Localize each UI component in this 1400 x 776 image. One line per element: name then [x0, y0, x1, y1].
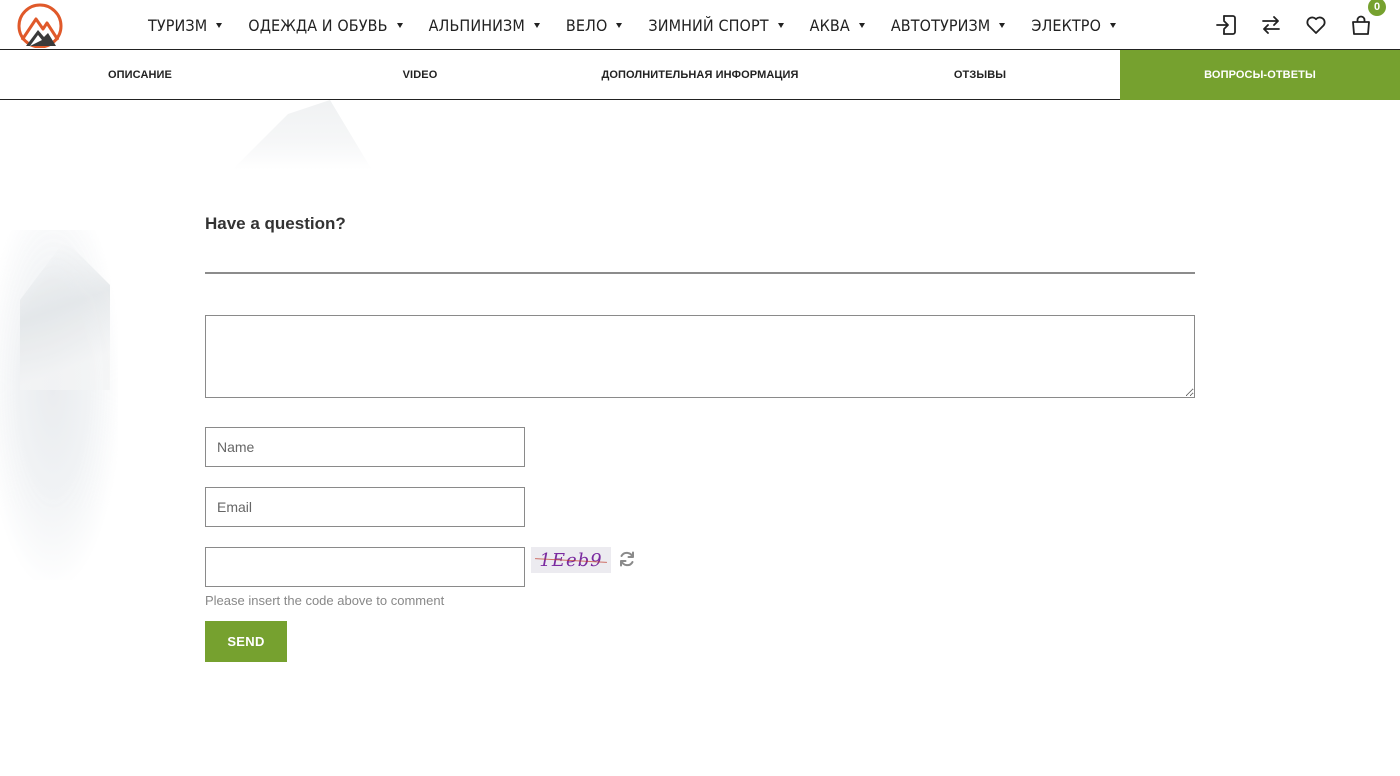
nav-item-label: ВЕЛО — [565, 15, 608, 35]
site-header: ТУРИЗМ ОДЕЖДА И ОБУВЬ АЛЬПИНИЗМ ВЕЛО ЗИМ… — [0, 0, 1400, 50]
caret-down-icon — [999, 22, 1006, 28]
form-title: Have a question? — [205, 214, 346, 233]
refresh-icon[interactable] — [618, 550, 636, 568]
nav-item-label: ОДЕЖДА И ОБУВЬ — [248, 15, 388, 35]
nav-item-label: АВТОТУРИЗМ — [890, 15, 991, 35]
background-mountain-left — [0, 230, 118, 580]
nav-item-label: ТУРИЗМ — [148, 15, 208, 35]
nav-item-winter-sport[interactable]: ЗИМНИЙ СПОРТ — [648, 15, 784, 35]
nav-item-aqua[interactable]: АКВА — [810, 16, 865, 35]
heart-icon[interactable] — [1303, 12, 1329, 38]
nav-item-label: АКВА — [809, 15, 850, 35]
tab-video[interactable]: VIDEO — [280, 50, 560, 99]
caret-down-icon — [216, 22, 223, 28]
captcha-input[interactable] — [205, 547, 525, 587]
nav-item-alpinism[interactable]: АЛЬПИНИЗМ — [429, 16, 540, 35]
background-mountain-top — [232, 100, 372, 170]
shopping-bag-icon[interactable]: 0 — [1348, 0, 1386, 38]
tab-additional-info[interactable]: ДОПОЛНИТЕЛЬНАЯ ИНФОРМАЦИЯ — [560, 50, 840, 99]
nav-item-label: ЭЛЕКТРО — [1031, 15, 1102, 35]
main-nav: ТУРИЗМ ОДЕЖДА И ОБУВЬ АЛЬПИНИЗМ ВЕЛО ЗИМ… — [148, 0, 1142, 50]
caret-down-icon — [858, 22, 865, 28]
tab-description[interactable]: ОПИСАНИЕ — [0, 50, 280, 99]
question-form: Have a question? 1Eeb9 Please insert the… — [205, 210, 1195, 662]
nav-item-label: ЗИМНИЙ СПОРТ — [648, 15, 769, 35]
nav-item-label: АЛЬПИНИЗМ — [428, 15, 525, 35]
email-input[interactable] — [205, 487, 525, 527]
cart-count-badge: 0 — [1368, 0, 1386, 16]
mountain-logo-icon[interactable] — [16, 2, 64, 49]
nav-item-clothing[interactable]: ОДЕЖДА И ОБУВЬ — [248, 15, 403, 35]
nav-item-bike[interactable]: ВЕЛО — [566, 16, 623, 35]
caret-down-icon — [616, 22, 623, 28]
login-icon[interactable] — [1213, 12, 1239, 38]
captcha-image: 1Eeb9 — [531, 547, 611, 573]
nav-item-electro[interactable]: ЭЛЕКТРО — [1031, 15, 1117, 35]
caret-down-icon — [777, 22, 784, 28]
nav-item-tourism[interactable]: ТУРИЗМ — [148, 15, 223, 35]
product-tabs: ОПИСАНИЕ VIDEO ДОПОЛНИТЕЛЬНАЯ ИНФОРМАЦИЯ… — [0, 50, 1400, 100]
send-button[interactable]: SEND — [205, 621, 287, 662]
captcha-hint: Please insert the code above to comment — [205, 593, 445, 608]
caret-down-icon — [396, 22, 403, 28]
tab-questions-answers[interactable]: ВОПРОСЫ-ОТВЕТЫ — [1120, 50, 1400, 100]
question-textarea[interactable] — [205, 315, 1195, 398]
caret-down-icon — [533, 22, 540, 28]
title-divider — [205, 272, 1195, 274]
compare-arrows-icon[interactable] — [1258, 12, 1284, 38]
tab-reviews[interactable]: ОТЗЫВЫ — [840, 50, 1120, 99]
header-actions: 0 — [1194, 0, 1386, 50]
nav-item-autotourism[interactable]: АВТОТУРИЗМ — [891, 16, 1006, 35]
caret-down-icon — [1110, 22, 1117, 28]
name-input[interactable] — [205, 427, 525, 467]
